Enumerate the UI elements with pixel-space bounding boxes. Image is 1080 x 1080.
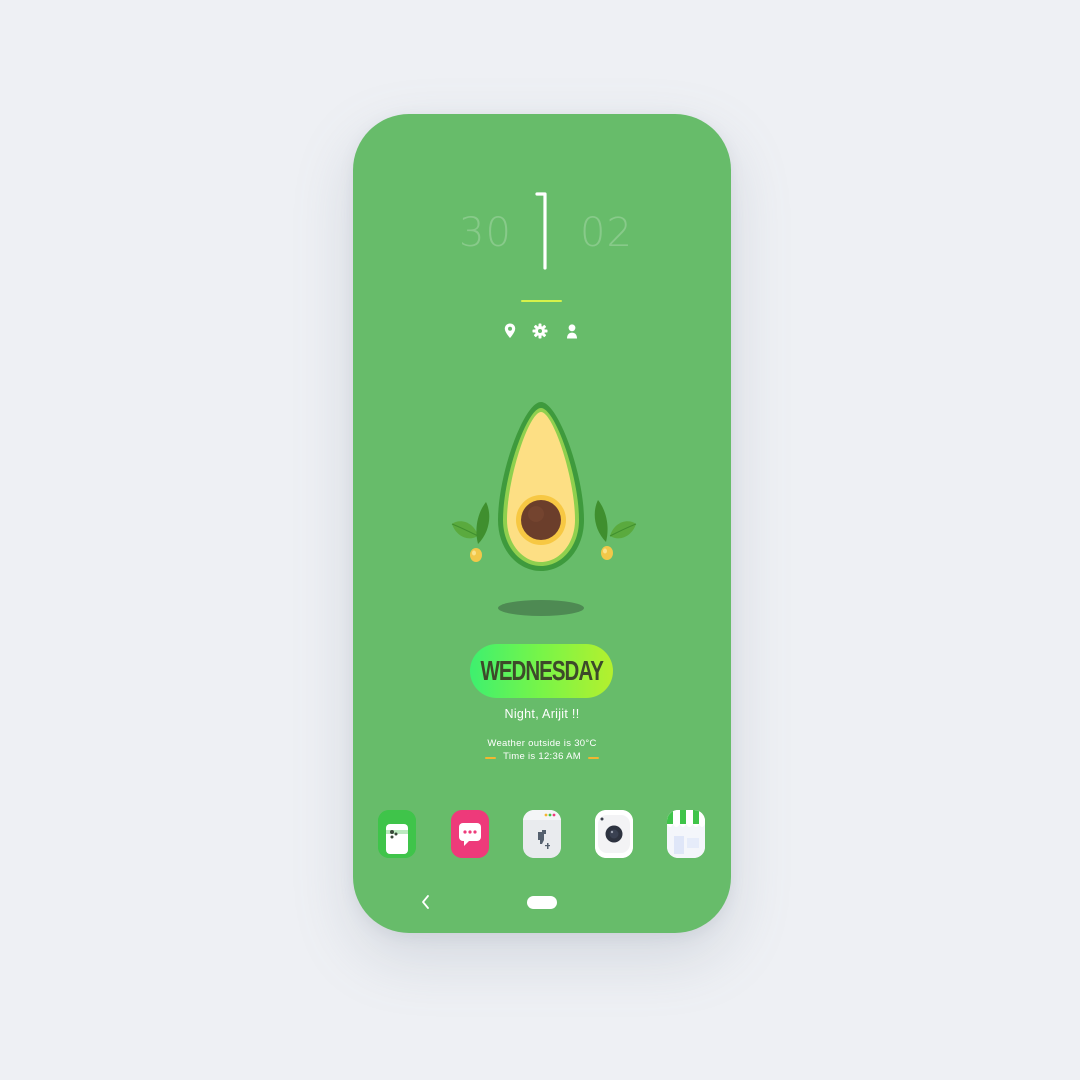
camera-app-icon[interactable] [595,810,633,858]
clock-left-digits: 30 [459,210,512,256]
clock-divider [521,300,562,302]
greeting-text: Night, Arijit !! [504,707,580,721]
weather-text: Weather outside is 30°C [487,738,597,749]
gear-icon[interactable] [531,322,549,340]
time-text: Time is 12:36 AM [503,751,581,762]
store-app-icon[interactable] [667,810,705,858]
location-pin-icon[interactable] [501,322,519,340]
info-dash-right [588,757,599,759]
user-icon[interactable] [563,322,581,340]
home-button[interactable] [527,896,557,909]
day-label: WEDNESDAY [480,654,604,687]
info-dash-left [485,757,496,759]
browser-app-icon[interactable] [523,810,561,858]
phone-app-icon[interactable] [378,810,416,858]
messages-app-icon[interactable] [451,810,489,858]
avocado-illustration [440,396,644,626]
back-chevron-icon[interactable] [418,893,434,911]
day-badge: WEDNESDAY [470,644,613,698]
clock-right-digits: 02 [580,210,633,256]
clock-center-digit: 1 [528,186,558,272]
